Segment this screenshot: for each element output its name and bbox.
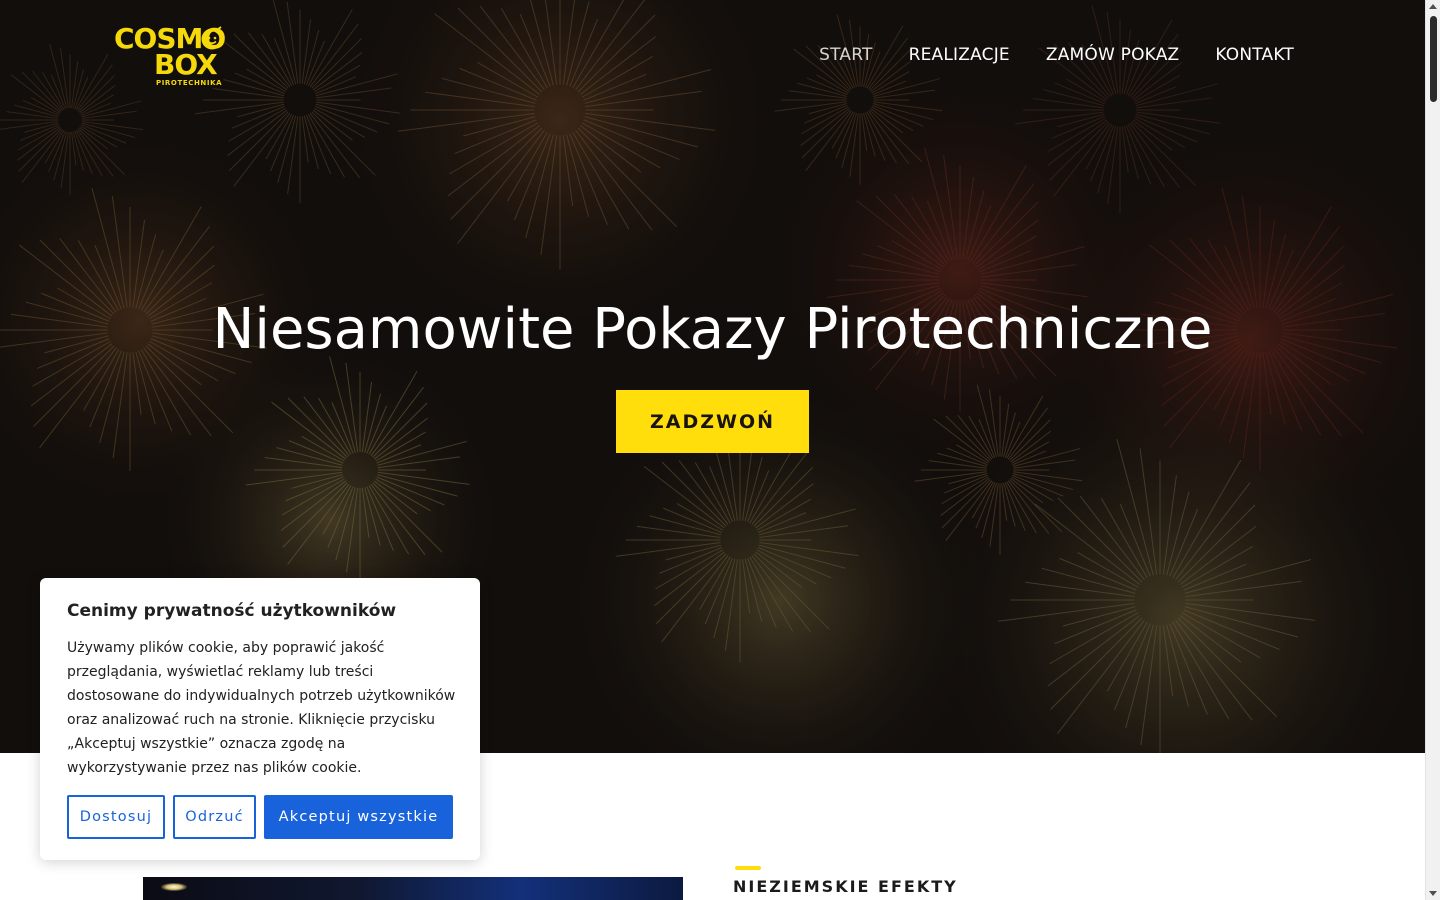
cosmobox-logo[interactable]: COSMO BOX PIROTECHNIKA (114, 24, 230, 88)
scroll-up-arrow-icon[interactable] (1429, 4, 1437, 9)
scroll-down-arrow-icon[interactable] (1429, 891, 1437, 896)
accept-all-button[interactable]: Akceptuj wszystkie (264, 795, 453, 839)
cookie-consent-banner: Cenimy prywatność użytkowników Używamy p… (40, 578, 480, 860)
page-scrollbar[interactable] (1425, 0, 1440, 900)
feature-image (143, 877, 683, 900)
nav-item-start[interactable]: START (819, 44, 872, 66)
logo-text-line2: BOX (154, 48, 218, 81)
firework-spark (161, 883, 187, 891)
logo-subtitle: PIROTECHNIKA (156, 79, 223, 87)
cookie-title: Cenimy prywatność użytkowników (67, 601, 397, 621)
scroll-thumb[interactable] (1430, 16, 1437, 102)
nav-item-realizacje[interactable]: REALIZACJE (909, 44, 1010, 66)
main-navigation: START REALIZACJE ZAMÓW POKAZ KONTAKT (819, 44, 1294, 66)
cookie-buttons: Dostosuj Odrzuć Akceptuj wszystkie (67, 795, 453, 839)
hero-title: Niesamowite Pokazy Pirotechniczne (212, 297, 1213, 362)
cookie-description: Używamy plików cookie, aby poprawić jako… (67, 640, 456, 776)
customize-button[interactable]: Dostosuj (67, 795, 165, 839)
call-button[interactable]: ZADZWOŃ (616, 390, 809, 453)
reject-button[interactable]: Odrzuć (173, 795, 256, 839)
section-heading: NIEZIEMSKIE EFEKTY (733, 877, 958, 896)
nav-item-kontakt[interactable]: KONTAKT (1215, 44, 1294, 66)
heading-accent-line (735, 866, 761, 870)
nav-item-zamow-pokaz[interactable]: ZAMÓW POKAZ (1046, 44, 1180, 66)
logo-face-icon (201, 26, 223, 50)
